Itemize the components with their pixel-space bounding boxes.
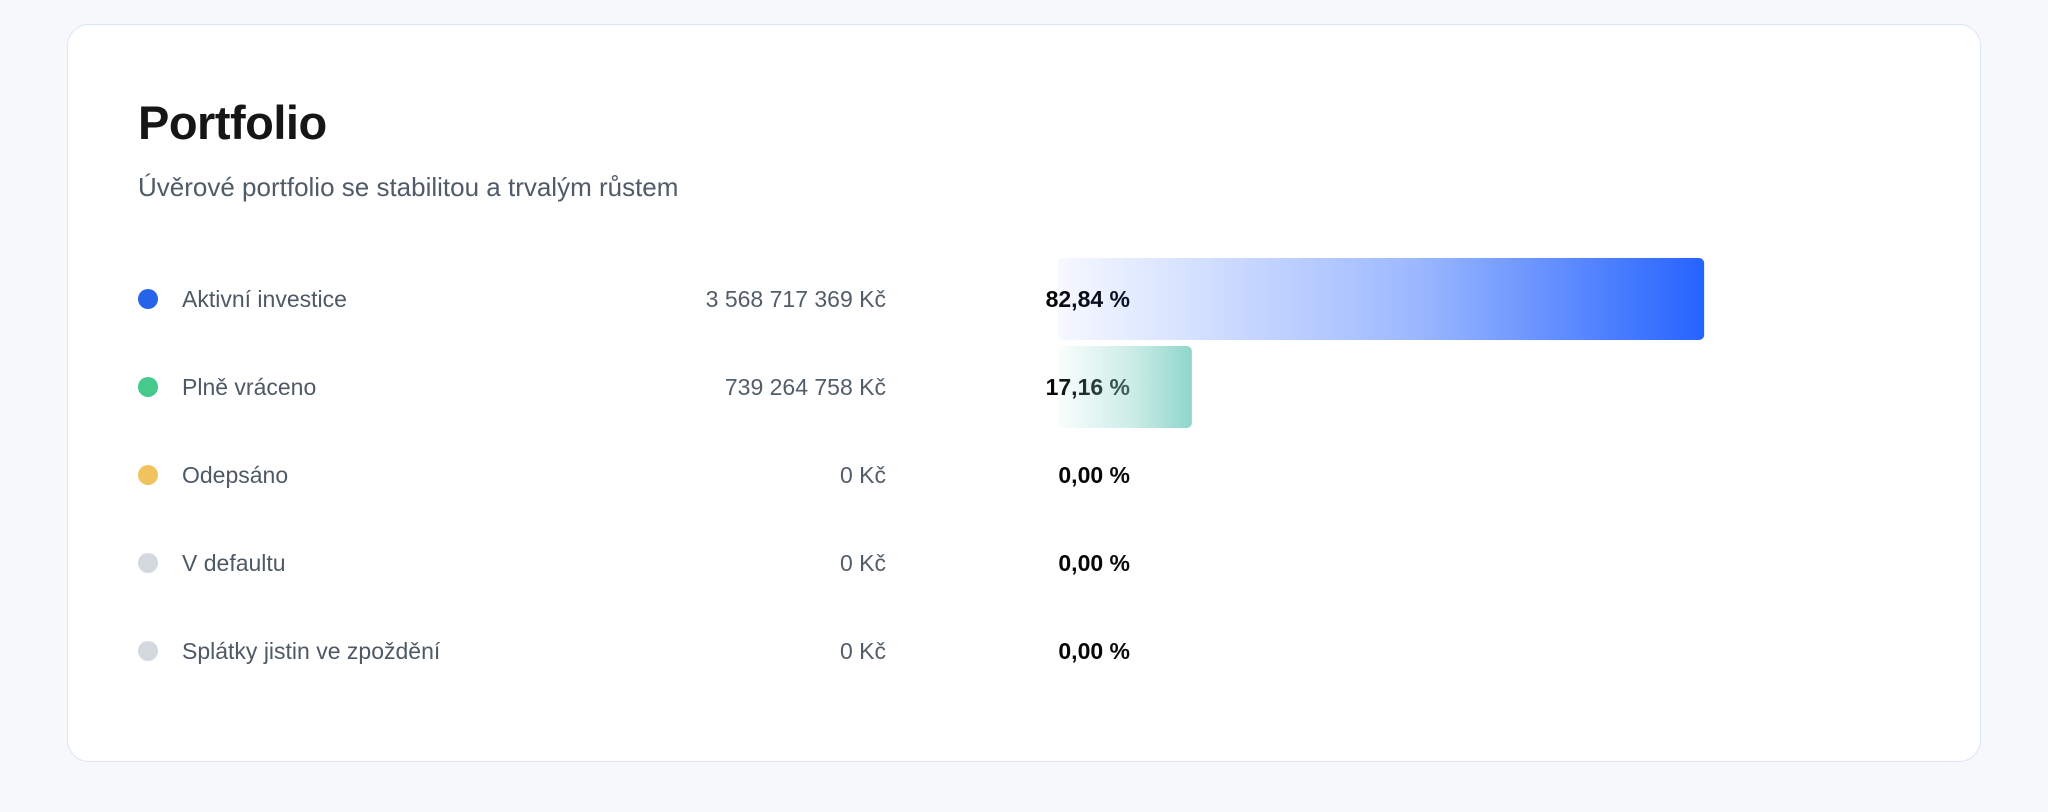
legend-dot-active-investments bbox=[138, 289, 158, 309]
row-amount: 3 568 717 369 Kč bbox=[705, 286, 886, 312]
legend-dot-principal-overdue bbox=[138, 641, 158, 661]
page-subtitle: Úvěrové portfolio se stabilitou a trvalý… bbox=[138, 172, 679, 202]
row-label: Splátky jistin ve zpoždění bbox=[182, 638, 441, 664]
row-label: Aktivní investice bbox=[182, 286, 347, 312]
legend-dot-fully-repaid bbox=[138, 377, 158, 397]
bar-2 bbox=[1058, 346, 1192, 428]
row-label: Plně vráceno bbox=[182, 374, 317, 400]
page-title: Portfolio bbox=[138, 96, 327, 149]
row-amount: 739 264 758 Kč bbox=[724, 374, 886, 400]
row-label: V defaultu bbox=[182, 550, 286, 576]
portfolio-bar-chart bbox=[1058, 258, 1705, 428]
row-label: Odepsáno bbox=[182, 462, 289, 488]
row-amount: 0 Kč bbox=[839, 550, 886, 576]
row-amount: 0 Kč bbox=[839, 638, 886, 664]
legend-dot-in-default bbox=[138, 553, 158, 573]
bar-1 bbox=[1058, 258, 1705, 340]
row-amount: 0 Kč bbox=[839, 462, 886, 488]
legend-dot-written-off bbox=[138, 465, 158, 485]
portfolio-card: Portfolio Úvěrové portfolio se stabilito… bbox=[67, 24, 1981, 762]
